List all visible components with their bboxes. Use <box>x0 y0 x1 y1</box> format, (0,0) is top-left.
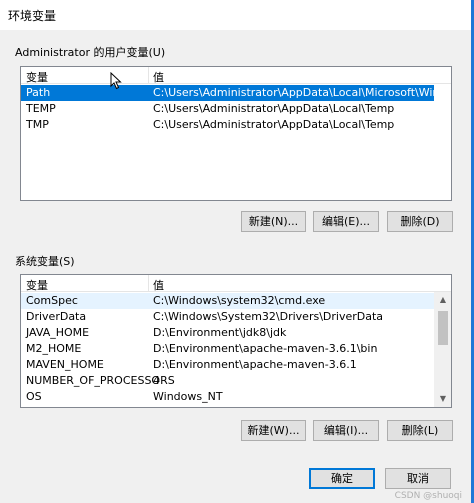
system-var-row-m2-home[interactable]: M2_HOME D:\Environment\apache-maven-3.6.… <box>21 341 434 357</box>
system-var-row-java-home[interactable]: JAVA_HOME D:\Environment\jdk8\jdk <box>21 325 434 341</box>
system-var-row-maven-home[interactable]: MAVEN_HOME D:\Environment\apache-maven-3… <box>21 357 434 373</box>
var-value: C:\Users\Administrator\AppData\Local\Tem… <box>153 118 395 131</box>
var-value: D:\Environment\apache-maven-3.6.1 <box>153 358 357 371</box>
scroll-thumb[interactable] <box>438 311 448 345</box>
system-vars-header: 变量 值 <box>21 275 451 292</box>
var-name: DriverData <box>26 310 87 323</box>
cancel-button[interactable]: 取消 <box>385 468 451 489</box>
mouse-cursor-icon <box>110 72 122 90</box>
user-delete-button[interactable]: 删除(D) <box>387 211 453 232</box>
user-vars-label: Administrator 的用户变量(U) <box>15 46 166 59</box>
user-var-row-path[interactable]: Path C:\Users\Administrator\AppData\Loca… <box>21 85 451 101</box>
system-vars-list[interactable]: 变量 值 ComSpec C:\Windows\system32\cmd.exe… <box>20 274 452 408</box>
user-vars-list[interactable]: 变量 值 Path C:\Users\Administrator\AppData… <box>20 66 452 201</box>
column-divider <box>148 275 149 292</box>
var-value: Windows_NT <box>153 390 223 403</box>
var-value: D:\Environment\jdk8\jdk <box>153 326 287 339</box>
user-edit-button[interactable]: 编辑(E)... <box>313 211 379 232</box>
system-vars-label: 系统变量(S) <box>15 255 75 268</box>
var-name: MAVEN_HOME <box>26 358 104 371</box>
user-new-button[interactable]: 新建(N)... <box>241 211 306 232</box>
var-value: C:\Users\Administrator\AppData\Local\Tem… <box>153 102 395 115</box>
user-var-row-temp[interactable]: TEMP C:\Users\Administrator\AppData\Loca… <box>21 101 434 117</box>
scroll-up-arrow-icon[interactable]: ▲ <box>435 292 451 308</box>
var-name: TMP <box>26 118 49 131</box>
var-value: C:\Windows\system32\cmd.exe <box>153 294 326 307</box>
var-name: Path <box>26 86 51 99</box>
system-col-variable[interactable]: 变量 <box>26 277 48 293</box>
ok-button[interactable]: 确定 <box>309 468 375 489</box>
system-col-value[interactable]: 值 <box>153 277 164 293</box>
var-name: ComSpec <box>26 294 78 307</box>
var-value: D:\Environment\apache-maven-3.6.1\bin <box>153 342 378 355</box>
system-vars-scrollbar[interactable]: ▲ ▼ <box>434 292 451 407</box>
watermark: CSDN @shuoqi <box>394 491 462 501</box>
user-vars-header: 变量 值 <box>21 67 451 84</box>
scroll-down-arrow-icon[interactable]: ▼ <box>435 391 451 407</box>
system-var-row-processors[interactable]: NUMBER_OF_PROCESSORS 4 <box>21 373 434 389</box>
system-delete-button[interactable]: 删除(L) <box>387 420 453 441</box>
window-title: 环境变量 <box>8 9 57 23</box>
title-bar: 环境变量 <box>0 0 474 30</box>
var-name: TEMP <box>26 102 56 115</box>
system-edit-button[interactable]: 编辑(I)... <box>313 420 379 441</box>
var-name: OS <box>26 390 42 403</box>
user-col-variable[interactable]: 变量 <box>26 69 48 85</box>
system-var-row-driverdata[interactable]: DriverData C:\Windows\System32\Drivers\D… <box>21 309 434 325</box>
column-divider <box>148 67 149 84</box>
system-new-button[interactable]: 新建(W)... <box>241 420 306 441</box>
system-var-row-comspec[interactable]: ComSpec C:\Windows\system32\cmd.exe <box>21 293 434 309</box>
var-value: C:\Users\Administrator\AppData\Local\Mic… <box>153 86 452 99</box>
user-var-row-tmp[interactable]: TMP C:\Users\Administrator\AppData\Local… <box>21 117 434 133</box>
var-value: 4 <box>153 374 160 387</box>
user-col-value[interactable]: 值 <box>153 69 164 85</box>
var-name: JAVA_HOME <box>26 326 90 339</box>
var-name: M2_HOME <box>26 342 82 355</box>
var-value: C:\Windows\System32\Drivers\DriverData <box>153 310 384 323</box>
system-var-row-os[interactable]: OS Windows_NT <box>21 389 434 405</box>
